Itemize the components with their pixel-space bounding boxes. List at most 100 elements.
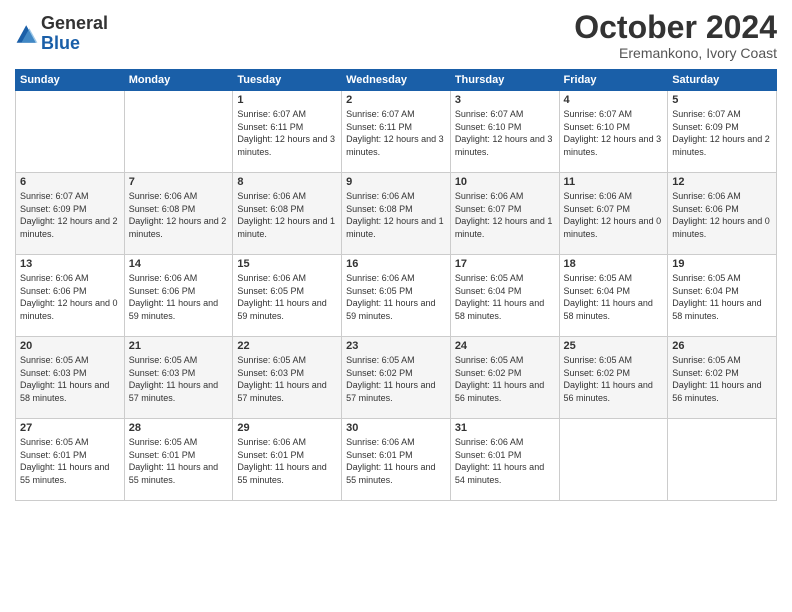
logo-icon bbox=[15, 22, 39, 46]
day-info: Sunrise: 6:06 AM Sunset: 6:05 PM Dayligh… bbox=[237, 272, 337, 322]
header-cell-wednesday: Wednesday bbox=[342, 70, 451, 91]
week-row-4: 20Sunrise: 6:05 AM Sunset: 6:03 PM Dayli… bbox=[16, 337, 777, 419]
day-cell: 20Sunrise: 6:05 AM Sunset: 6:03 PM Dayli… bbox=[16, 337, 125, 419]
day-info: Sunrise: 6:06 AM Sunset: 6:01 PM Dayligh… bbox=[237, 436, 337, 486]
day-number: 4 bbox=[564, 94, 664, 106]
day-cell: 26 Sunrise: 6:05 AM Sunset: 6:02 PM Dayli… bbox=[668, 337, 777, 419]
day-number: 28 bbox=[129, 422, 229, 434]
day-info: Sunrise: 6:07 AM Sunset: 6:10 PM Dayligh… bbox=[455, 108, 555, 158]
day-number: 31 bbox=[455, 422, 555, 434]
day-info: Sunrise: 6:07 AM Sunset: 6:10 PM Dayligh… bbox=[564, 108, 664, 158]
day-number: 12 bbox=[672, 176, 772, 188]
day-info: Sunrise: 6:05 AM Sunset: 6:04 PM Dayligh… bbox=[455, 272, 555, 322]
day-number: 2 bbox=[346, 94, 446, 106]
header: General Blue October 2024 Eremankono, Iv… bbox=[15, 10, 777, 61]
day-cell: 11 Sunrise: 6:06 AM Sunset: 6:07 PM Dayli… bbox=[559, 173, 668, 255]
logo: General Blue bbox=[15, 14, 108, 54]
day-number: 15 bbox=[237, 258, 337, 270]
day-info: Sunrise: 6:05 AM Sunset: 6:02 PM Dayligh… bbox=[346, 354, 446, 404]
day-cell: 17 Sunrise: 6:05 AM Sunset: 6:04 PM Dayli… bbox=[450, 255, 559, 337]
day-number: 25 bbox=[564, 340, 664, 352]
month-title: October 2024 bbox=[574, 10, 777, 45]
title-block: October 2024 Eremankono, Ivory Coast bbox=[574, 10, 777, 61]
day-number: 26 bbox=[672, 340, 772, 352]
day-cell: 4 Sunrise: 6:07 AM Sunset: 6:10 PM Daylig… bbox=[559, 91, 668, 173]
day-info: Sunrise: 6:07 AM Sunset: 6:11 PM Dayligh… bbox=[346, 108, 446, 158]
day-info: Sunrise: 6:07 AM Sunset: 6:11 PM Dayligh… bbox=[237, 108, 337, 158]
day-number: 16 bbox=[346, 258, 446, 270]
day-number: 11 bbox=[564, 176, 664, 188]
day-cell: 22Sunrise: 6:05 AM Sunset: 6:03 PM Dayli… bbox=[233, 337, 342, 419]
day-cell: 12Sunrise: 6:06 AM Sunset: 6:06 PM Dayli… bbox=[668, 173, 777, 255]
day-cell: 16 Sunrise: 6:06 AM Sunset: 6:05 PM Dayli… bbox=[342, 255, 451, 337]
day-info: Sunrise: 6:05 AM Sunset: 6:04 PM Dayligh… bbox=[564, 272, 664, 322]
day-number: 27 bbox=[20, 422, 120, 434]
header-cell-tuesday: Tuesday bbox=[233, 70, 342, 91]
day-info: Sunrise: 6:05 AM Sunset: 6:02 PM Dayligh… bbox=[455, 354, 555, 404]
day-cell: 29 Sunrise: 6:06 AM Sunset: 6:01 PM Dayli… bbox=[233, 419, 342, 501]
day-info: Sunrise: 6:06 AM Sunset: 6:08 PM Dayligh… bbox=[129, 190, 229, 240]
location-title: Eremankono, Ivory Coast bbox=[574, 45, 777, 61]
day-number: 8 bbox=[237, 176, 337, 188]
day-number: 5 bbox=[672, 94, 772, 106]
day-cell: 10 Sunrise: 6:06 AM Sunset: 6:07 PM Dayli… bbox=[450, 173, 559, 255]
day-info: Sunrise: 6:05 AM Sunset: 6:02 PM Dayligh… bbox=[672, 354, 772, 404]
day-cell: 5 Sunrise: 6:07 AM Sunset: 6:09 PM Daylig… bbox=[668, 91, 777, 173]
header-cell-saturday: Saturday bbox=[668, 70, 777, 91]
day-cell bbox=[559, 419, 668, 501]
day-info: Sunrise: 6:05 AM Sunset: 6:01 PM Dayligh… bbox=[20, 436, 120, 486]
day-cell: 6Sunrise: 6:07 AM Sunset: 6:09 PM Daylig… bbox=[16, 173, 125, 255]
day-number: 22 bbox=[237, 340, 337, 352]
day-cell: 1Sunrise: 6:07 AM Sunset: 6:11 PM Daylig… bbox=[233, 91, 342, 173]
logo-general: General bbox=[41, 13, 108, 33]
day-cell: 24Sunrise: 6:05 AM Sunset: 6:02 PM Dayli… bbox=[450, 337, 559, 419]
day-cell: 14Sunrise: 6:06 AM Sunset: 6:06 PM Dayli… bbox=[124, 255, 233, 337]
day-number: 7 bbox=[129, 176, 229, 188]
day-cell bbox=[124, 91, 233, 173]
day-number: 21 bbox=[129, 340, 229, 352]
day-number: 30 bbox=[346, 422, 446, 434]
day-cell: 8Sunrise: 6:06 AM Sunset: 6:08 PM Daylig… bbox=[233, 173, 342, 255]
week-row-2: 6Sunrise: 6:07 AM Sunset: 6:09 PM Daylig… bbox=[16, 173, 777, 255]
day-cell bbox=[668, 419, 777, 501]
day-cell: 19 Sunrise: 6:05 AM Sunset: 6:04 PM Dayli… bbox=[668, 255, 777, 337]
logo-blue: Blue bbox=[41, 33, 80, 53]
calendar-table: SundayMondayTuesdayWednesdayThursdayFrid… bbox=[15, 69, 777, 501]
day-info: Sunrise: 6:07 AM Sunset: 6:09 PM Dayligh… bbox=[672, 108, 772, 158]
day-info: Sunrise: 6:06 AM Sunset: 6:08 PM Dayligh… bbox=[346, 190, 446, 240]
day-info: Sunrise: 6:06 AM Sunset: 6:06 PM Dayligh… bbox=[20, 272, 120, 322]
day-info: Sunrise: 6:06 AM Sunset: 6:05 PM Dayligh… bbox=[346, 272, 446, 322]
day-number: 13 bbox=[20, 258, 120, 270]
day-info: Sunrise: 6:05 AM Sunset: 6:01 PM Dayligh… bbox=[129, 436, 229, 486]
calendar-page: General Blue October 2024 Eremankono, Iv… bbox=[0, 0, 792, 612]
day-cell: 7 Sunrise: 6:06 AM Sunset: 6:08 PM Daylig… bbox=[124, 173, 233, 255]
day-cell: 30Sunrise: 6:06 AM Sunset: 6:01 PM Dayli… bbox=[342, 419, 451, 501]
day-number: 19 bbox=[672, 258, 772, 270]
day-number: 9 bbox=[346, 176, 446, 188]
header-cell-thursday: Thursday bbox=[450, 70, 559, 91]
day-info: Sunrise: 6:05 AM Sunset: 6:03 PM Dayligh… bbox=[20, 354, 120, 404]
day-info: Sunrise: 6:05 AM Sunset: 6:04 PM Dayligh… bbox=[672, 272, 772, 322]
day-info: Sunrise: 6:06 AM Sunset: 6:07 PM Dayligh… bbox=[455, 190, 555, 240]
day-number: 29 bbox=[237, 422, 337, 434]
day-number: 17 bbox=[455, 258, 555, 270]
header-cell-monday: Monday bbox=[124, 70, 233, 91]
week-row-5: 27 Sunrise: 6:05 AM Sunset: 6:01 PM Dayli… bbox=[16, 419, 777, 501]
day-number: 14 bbox=[129, 258, 229, 270]
day-number: 6 bbox=[20, 176, 120, 188]
day-info: Sunrise: 6:05 AM Sunset: 6:02 PM Dayligh… bbox=[564, 354, 664, 404]
day-number: 10 bbox=[455, 176, 555, 188]
day-cell: 3 Sunrise: 6:07 AM Sunset: 6:10 PM Daylig… bbox=[450, 91, 559, 173]
day-cell: 2 Sunrise: 6:07 AM Sunset: 6:11 PM Daylig… bbox=[342, 91, 451, 173]
day-cell: 18 Sunrise: 6:05 AM Sunset: 6:04 PM Dayli… bbox=[559, 255, 668, 337]
day-cell: 13 Sunrise: 6:06 AM Sunset: 6:06 PM Dayli… bbox=[16, 255, 125, 337]
day-number: 3 bbox=[455, 94, 555, 106]
day-number: 18 bbox=[564, 258, 664, 270]
header-cell-sunday: Sunday bbox=[16, 70, 125, 91]
day-cell: 28 Sunrise: 6:05 AM Sunset: 6:01 PM Dayli… bbox=[124, 419, 233, 501]
day-info: Sunrise: 6:06 AM Sunset: 6:01 PM Dayligh… bbox=[455, 436, 555, 486]
day-info: Sunrise: 6:06 AM Sunset: 6:07 PM Dayligh… bbox=[564, 190, 664, 240]
day-info: Sunrise: 6:05 AM Sunset: 6:03 PM Dayligh… bbox=[129, 354, 229, 404]
day-number: 23 bbox=[346, 340, 446, 352]
week-row-1: 1Sunrise: 6:07 AM Sunset: 6:11 PM Daylig… bbox=[16, 91, 777, 173]
